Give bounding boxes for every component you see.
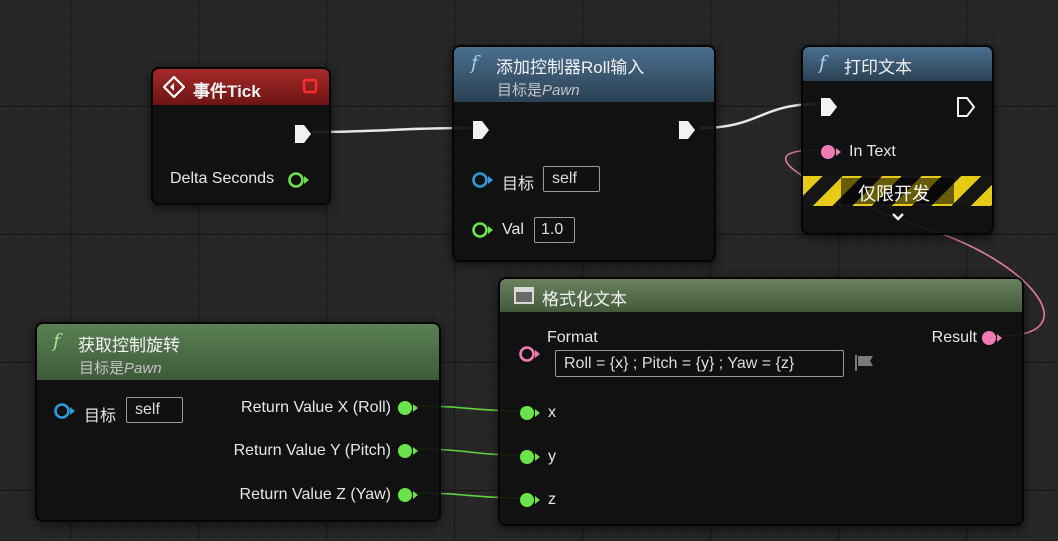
val-label: Val [502,221,524,238]
development-only-banner: 仅限开发 [803,176,992,206]
exec-wire-tick-to-roll[interactable] [311,126,471,134]
target-self-field[interactable]: self [126,397,183,423]
exec-in-pin[interactable] [819,96,839,118]
window-icon [514,287,534,304]
exec-in-pin[interactable] [471,119,491,141]
in-text-label: In Text [849,143,896,160]
get-control-rotation-node[interactable]: f 获取控制旋转 目标是Pawn 目标 self Return Value X … [35,322,441,522]
z-input-label: z [548,491,556,508]
format-label: Format [547,329,598,346]
format-text-node[interactable]: 格式化文本 Format Roll = {x} ; Pitch = {y} ; … [498,277,1024,526]
function-icon: f [53,330,61,352]
print-text-title: 打印文本 [844,58,912,77]
delta-seconds-pin[interactable] [287,171,311,189]
y-input-pin[interactable] [517,448,541,466]
exec-out-pin[interactable] [956,96,976,118]
event-diamond-icon [163,76,185,98]
format-text-pin[interactable] [517,345,541,363]
val-float-pin[interactable] [470,221,494,239]
return-y-pin[interactable] [396,442,420,460]
chevron-down-icon[interactable] [891,211,905,223]
add-roll-input-node[interactable]: f 添加控制器Roll输入 目标是Pawn 目标 self Val 1.0 [452,45,716,262]
function-icon: f [819,52,827,74]
y-input-label: y [548,448,556,465]
get-rotation-header[interactable]: f 获取控制旋转 目标是Pawn [37,324,439,380]
result-label: Result [931,329,977,346]
print-text-node[interactable]: f 打印文本 In Text 仅限开发 [801,45,994,235]
exec-out-pin[interactable] [293,123,313,145]
get-rotation-title: 获取控制旋转 [78,336,180,355]
result-pin[interactable] [980,329,1004,347]
target-self-field[interactable]: self [543,166,600,192]
function-icon: f [471,52,479,74]
in-text-pin[interactable] [818,143,842,161]
event-tick-node[interactable]: 事件Tick Delta Seconds [151,67,331,205]
print-text-header[interactable]: f 打印文本 [803,47,992,81]
format-text-title: 格式化文本 [542,290,627,309]
z-input-pin[interactable] [517,491,541,509]
development-only-label: 仅限开发 [858,184,930,204]
delegate-icon[interactable] [302,78,318,94]
event-tick-header[interactable]: 事件Tick [153,69,329,105]
target-label: 目标 [84,408,117,425]
delta-seconds-label: Delta Seconds [170,170,275,187]
return-z-label: Return Value Z (Yaw) [239,486,391,503]
target-object-pin[interactable] [52,402,76,420]
format-text-header[interactable]: 格式化文本 [500,279,1022,312]
target-label: 目标 [502,176,535,193]
format-string-input[interactable]: Roll = {x} ; Pitch = {y} ; Yaw = {z} [555,350,844,377]
add-roll-header[interactable]: f 添加控制器Roll输入 目标是Pawn [454,47,714,102]
return-y-label: Return Value Y (Pitch) [233,442,391,459]
x-input-label: x [548,404,556,421]
event-tick-title: 事件Tick [193,82,261,101]
exec-out-pin[interactable] [677,119,697,141]
add-roll-title: 添加控制器Roll输入 [496,58,645,77]
add-roll-subtitle: 目标是Pawn [497,82,580,99]
flag-icon[interactable] [853,353,877,373]
val-input[interactable]: 1.0 [534,217,575,243]
return-x-pin[interactable] [396,399,420,417]
x-input-pin[interactable] [517,404,541,422]
target-object-pin[interactable] [470,171,494,189]
return-z-pin[interactable] [396,486,420,504]
return-x-label: Return Value X (Roll) [241,399,391,416]
get-rotation-subtitle: 目标是Pawn [79,360,162,377]
